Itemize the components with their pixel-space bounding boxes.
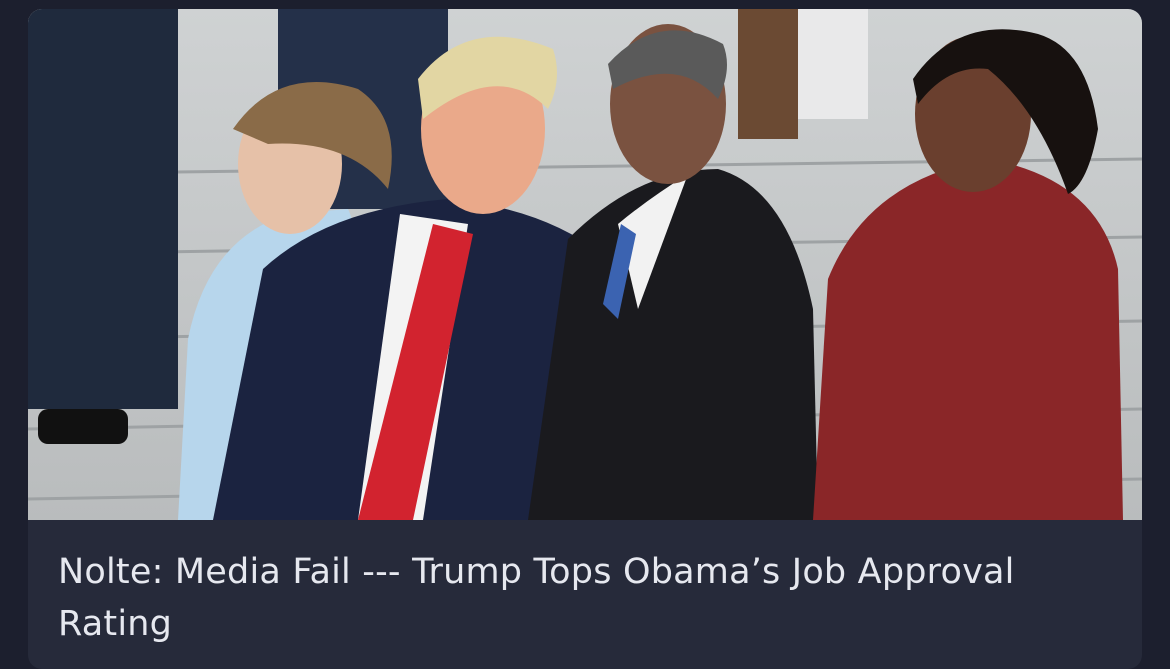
article-card[interactable]: Nolte: Media Fail --- Trump Tops Obama’s… <box>28 9 1142 669</box>
article-thumbnail[interactable] <box>28 9 1142 520</box>
photo-illustration <box>28 9 1142 520</box>
article-headline[interactable]: Nolte: Media Fail --- Trump Tops Obama’s… <box>58 546 1118 650</box>
